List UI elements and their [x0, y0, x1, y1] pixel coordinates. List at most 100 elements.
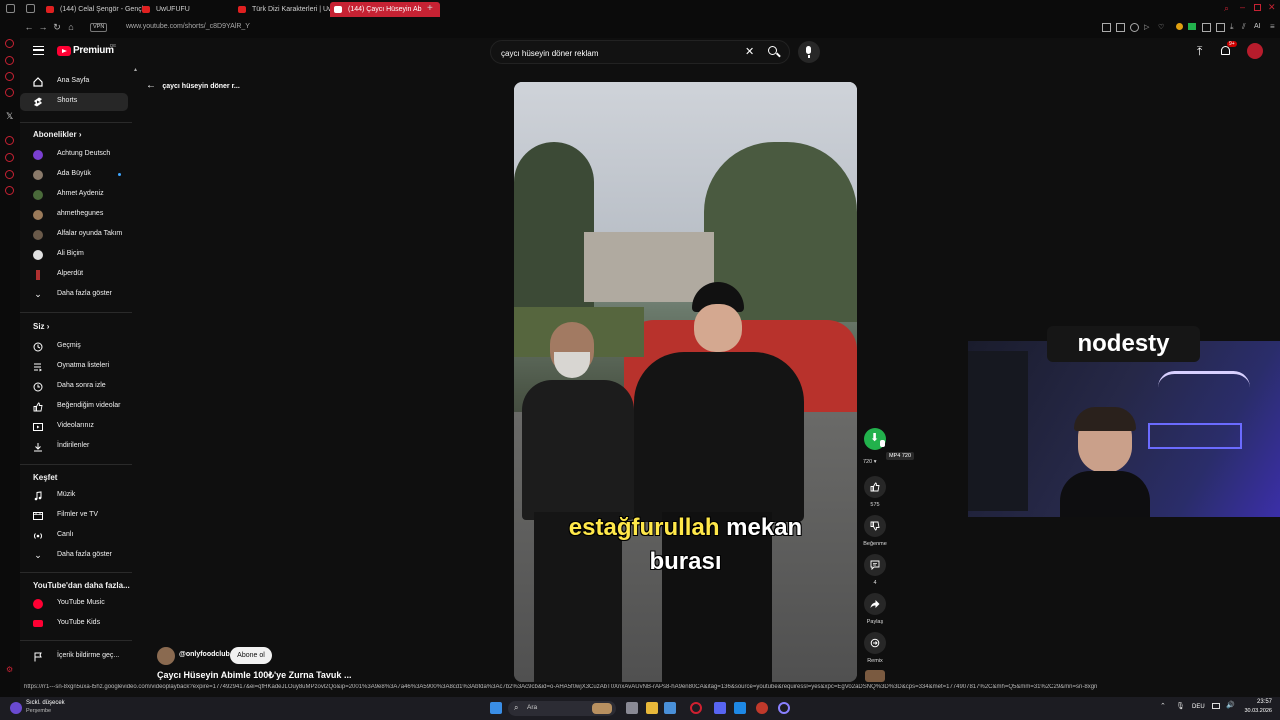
obs-icon[interactable]	[778, 702, 790, 714]
sidebar-scroll-up-icon[interactable]: ▴	[134, 66, 137, 73]
voice-search-button[interactable]	[798, 41, 820, 63]
opera-browser-icon[interactable]	[690, 702, 702, 714]
divider	[20, 640, 132, 641]
tray-chevron-icon[interactable]: ⌃	[1160, 702, 1166, 710]
sidebar-item-your-videos[interactable]: Videolarınız	[20, 418, 128, 436]
share-button[interactable]	[864, 593, 886, 615]
shorts-video-player[interactable]: estağfurullah mekan burası	[514, 82, 857, 682]
comments-button[interactable]	[864, 554, 886, 576]
maximize-button[interactable]	[1254, 4, 1261, 11]
browser-tab[interactable]: (144) Celal Şengör - Gençl	[42, 2, 148, 17]
channel-avatar[interactable]	[157, 647, 175, 665]
sidebar-item-shorts[interactable]: Shorts	[20, 93, 128, 111]
search-box[interactable]: ✕	[490, 40, 790, 64]
sidebar-item-youtube-kids[interactable]: YouTube Kids	[20, 615, 128, 633]
search-input[interactable]	[499, 46, 743, 60]
extension-icons[interactable]: ▷ ♡	[1102, 23, 1230, 33]
windows-start-icon[interactable]	[490, 702, 502, 714]
sidebar-app-icon[interactable]	[5, 39, 14, 48]
tab-list-icon[interactable]	[6, 4, 15, 13]
you-heading[interactable]: Siz ›	[33, 322, 49, 331]
sidebar-item-history[interactable]: Geçmiş	[20, 338, 128, 356]
sidebar-item-movies[interactable]: Filmler ve TV	[20, 507, 128, 525]
account-avatar[interactable]	[1247, 43, 1263, 59]
sidebar-item-liked-videos[interactable]: Beğendiğim videolar	[20, 398, 128, 416]
url-field[interactable]: www.youtube.com/shorts/_c8D9YAlR_Y	[126, 23, 250, 30]
browser-tab-active[interactable]: (144) Çaycı Hüseyin Ab	[330, 2, 440, 17]
clock-time[interactable]: 23:57	[1242, 699, 1272, 705]
sidebar-item-youtube-music[interactable]: YouTube Music	[20, 595, 128, 613]
subscriptions-heading[interactable]: Abonelikler ›	[33, 130, 81, 139]
discord-icon[interactable]	[714, 702, 726, 714]
show-more-subscriptions[interactable]: ⌄ Daha fazla göster	[20, 286, 128, 304]
sidebar-app-icon[interactable]	[5, 170, 14, 179]
minimize-button[interactable]: –	[1240, 2, 1245, 12]
close-window-button[interactable]: ✕	[1268, 2, 1276, 13]
subscription-item[interactable]: Ada Büyük	[20, 166, 128, 184]
like-button[interactable]	[864, 476, 886, 498]
subscription-item[interactable]: Alfalar oyunda Takım	[20, 226, 128, 244]
download-icon[interactable]: ⤓	[1230, 22, 1234, 32]
dislike-button[interactable]	[864, 515, 886, 537]
sound-thumbnail[interactable]	[865, 670, 885, 682]
subscription-item[interactable]: Alperdüt	[20, 266, 128, 284]
language-indicator[interactable]: DEU	[1192, 704, 1205, 710]
sidebar-item-music[interactable]: Müzik	[20, 487, 128, 505]
tab-grid-icon[interactable]	[26, 4, 35, 13]
sidebar-settings-icon[interactable]: ⚙	[6, 665, 13, 674]
hamburger-menu-icon[interactable]	[33, 46, 44, 55]
forward-arrow-icon[interactable]: →	[38, 22, 48, 32]
file-explorer-icon[interactable]	[646, 702, 658, 714]
search-button[interactable]	[766, 44, 782, 60]
sidebar-item-live[interactable]: Canlı	[20, 527, 128, 545]
sidebar-toggle-icon[interactable]: ⫽	[1242, 22, 1246, 32]
taskbar-search[interactable]: ⌕ Ara	[508, 701, 616, 716]
mic-tray-icon[interactable]: 🎙	[1176, 702, 1185, 710]
network-icon[interactable]	[1212, 703, 1220, 709]
subscription-item[interactable]: Ahmet Aydeniz	[20, 186, 128, 204]
subscription-item[interactable]: Achtung Deutsch	[20, 146, 128, 164]
download-quality-select[interactable]: 720 ▾	[863, 459, 876, 465]
sidebar-app-icon[interactable]	[5, 186, 14, 195]
back-to-search-button[interactable]: ← çaycı hüseyin döner r...	[146, 77, 240, 91]
sidebar-item-report[interactable]: İçerik bildirme geç...	[20, 648, 128, 666]
reload-icon[interactable]: ↻	[52, 22, 62, 32]
channel-name[interactable]: @onlyfoodclub	[179, 651, 230, 658]
task-view-icon[interactable]	[626, 702, 638, 714]
home-icon[interactable]: ⌂	[66, 22, 76, 32]
sidebar-item-playlists[interactable]: Oynatma listeleri	[20, 358, 128, 376]
menu-icon[interactable]: ≡	[1270, 22, 1275, 31]
subscription-item[interactable]: Ali Biçim	[20, 246, 128, 264]
ai-button[interactable]: AI	[1254, 23, 1261, 30]
vpn-badge[interactable]: VPN	[90, 23, 108, 32]
volume-icon[interactable]: 🔊	[1226, 701, 1235, 709]
sidebar-item-home[interactable]: Ana Sayfa	[20, 73, 128, 91]
sidebar-app-icon[interactable]	[5, 136, 14, 145]
search-tabs-icon[interactable]: ⌕	[1224, 3, 1229, 14]
show-more-explore[interactable]: ⌄ Daha fazla göster	[20, 547, 128, 565]
sidebar-app-icon[interactable]	[5, 153, 14, 162]
x-twitter-icon[interactable]: 𝕏	[6, 111, 13, 122]
upload-icon[interactable]: ⤒	[1197, 44, 1202, 59]
sidebar-item-downloads[interactable]: İndirilenler	[20, 438, 128, 456]
sidebar-item-watch-later[interactable]: Daha sonra izle	[20, 378, 128, 396]
browser-tab[interactable]: UwUFUFU	[138, 2, 246, 17]
weather-widget[interactable]: Sıckl. düşecek Perşembe	[10, 700, 100, 718]
new-tab-button[interactable]: +	[427, 3, 433, 15]
clock-date[interactable]: 30.03.2026	[1236, 708, 1272, 714]
subscription-item[interactable]: ahmethegunes	[20, 206, 128, 224]
sidebar-app-icon[interactable]	[5, 56, 14, 65]
short-title[interactable]: Çaycı Hüseyin Abimle 100₺'ye Zurna Tavuk…	[157, 670, 351, 681]
chrome-icon[interactable]	[756, 702, 768, 714]
remix-button[interactable]	[864, 632, 886, 654]
back-arrow-icon[interactable]: ←	[24, 22, 34, 32]
video-person-left	[522, 322, 634, 682]
notifications-button[interactable]: 9+	[1220, 41, 1237, 58]
browser-tab[interactable]: Türk Dizi Karakterleri | Uw	[234, 2, 342, 17]
subscribe-button[interactable]: Abone ol	[230, 647, 272, 664]
explorer-folder-icon[interactable]	[664, 702, 676, 714]
clear-search-icon[interactable]: ✕	[745, 45, 754, 58]
app-icon[interactable]	[734, 702, 746, 714]
sidebar-app-icon[interactable]	[5, 88, 14, 97]
sidebar-app-icon[interactable]	[5, 72, 14, 81]
